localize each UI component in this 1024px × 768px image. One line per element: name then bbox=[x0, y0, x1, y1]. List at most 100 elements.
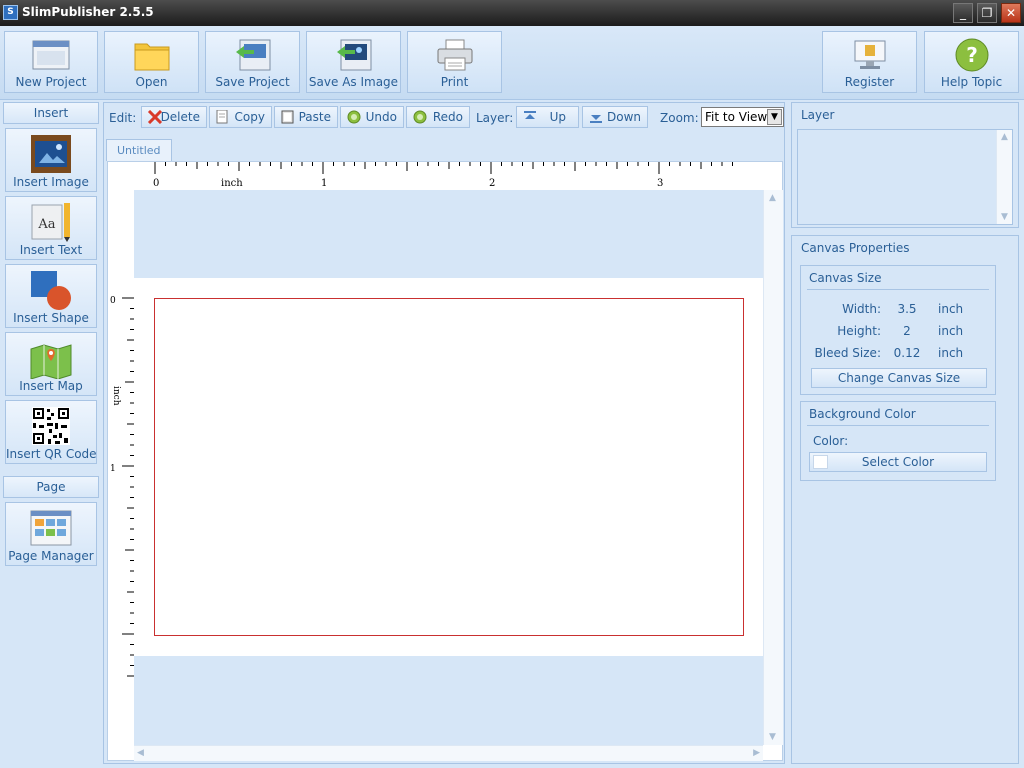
scroll-down-icon[interactable]: ▼ bbox=[769, 732, 776, 742]
qr-code-icon bbox=[32, 407, 70, 445]
height-label: Height: bbox=[837, 324, 881, 338]
window-title: SlimPublisher 2.5.5 bbox=[22, 5, 154, 19]
new-project-icon bbox=[32, 40, 70, 70]
background-color-group: Background Color Color: Select Color bbox=[800, 401, 996, 481]
open-button[interactable]: Open bbox=[104, 31, 199, 93]
redo-icon bbox=[413, 110, 427, 124]
bleed-unit: inch bbox=[938, 346, 964, 360]
zoom-label: Zoom: bbox=[660, 111, 699, 125]
edit-toolbar: Edit: Delete Copy Paste Undo Redo Layer:… bbox=[104, 103, 784, 131]
page-manager-icon bbox=[30, 510, 72, 546]
close-button[interactable]: ✕ bbox=[1001, 3, 1021, 23]
layer-label: Layer: bbox=[476, 111, 514, 125]
insert-image-button[interactable]: Insert Image bbox=[5, 128, 97, 192]
register-button[interactable]: Register bbox=[822, 31, 917, 93]
app-icon: S bbox=[3, 5, 18, 20]
edit-label: Edit: bbox=[109, 111, 137, 125]
tab-untitled[interactable]: Untitled bbox=[106, 139, 172, 161]
text-icon: Aa bbox=[31, 203, 70, 242]
layer-list-scrollbar[interactable]: ▲ ▼ bbox=[996, 130, 1012, 224]
minimize-button[interactable]: _ bbox=[953, 3, 973, 23]
redo-button[interactable]: Redo bbox=[406, 106, 470, 128]
insert-qr-code-button[interactable]: Insert QR Code bbox=[5, 400, 97, 464]
ruler-label-3: 3 bbox=[657, 178, 663, 189]
vertical-ruler: 0 1 inch bbox=[108, 190, 134, 745]
layer-scroll-down-icon[interactable]: ▼ bbox=[1001, 212, 1008, 222]
canvas-rectangle[interactable] bbox=[154, 298, 744, 636]
canvas-size-group: Canvas Size Width: 3.5 inch Height: 2 in… bbox=[800, 265, 996, 395]
save-project-button[interactable]: Save Project bbox=[205, 31, 300, 93]
image-icon bbox=[31, 135, 71, 173]
restore-button[interactable]: ❐ bbox=[977, 3, 997, 23]
insert-map-button[interactable]: Insert Map bbox=[5, 332, 97, 396]
copy-icon bbox=[216, 110, 228, 124]
editor-area: Edit: Delete Copy Paste Undo Redo Layer:… bbox=[103, 102, 785, 764]
divider bbox=[807, 425, 989, 426]
vruler-unit-label: inch bbox=[111, 386, 121, 406]
save-as-image-button[interactable]: Save As Image bbox=[306, 31, 401, 93]
title-bar: S SlimPublisher 2.5.5 _ ❐ ✕ bbox=[0, 0, 1024, 26]
canvas-scroll-area bbox=[134, 190, 763, 745]
divider bbox=[807, 289, 989, 290]
insert-shape-button[interactable]: Insert Shape bbox=[5, 264, 97, 328]
canvas-properties-title: Canvas Properties bbox=[801, 241, 910, 255]
chevron-down-icon[interactable]: ▼ bbox=[767, 109, 782, 125]
delete-button[interactable]: Delete bbox=[141, 106, 207, 128]
design-workspace: 0 inch 1 2 3 0 1 inch ▲ ▼ ◀ ▶ bbox=[107, 161, 783, 761]
scroll-left-icon[interactable]: ◀ bbox=[137, 748, 144, 758]
layer-down-button[interactable]: Down bbox=[582, 106, 648, 128]
page-header: Page bbox=[3, 476, 99, 498]
change-canvas-size-button[interactable]: Change Canvas Size bbox=[811, 368, 987, 388]
background-color-title: Background Color bbox=[809, 407, 916, 421]
bleed-value: 0.12 bbox=[893, 346, 921, 360]
register-icon bbox=[854, 40, 885, 69]
zoom-select[interactable]: Fit to View ▼ bbox=[701, 107, 784, 127]
layer-scroll-up-icon[interactable]: ▲ bbox=[1001, 132, 1008, 142]
left-panel: Insert Insert Image Aa Insert Text Inser… bbox=[3, 102, 99, 570]
save-project-icon bbox=[235, 39, 270, 71]
svg-text:Aa: Aa bbox=[37, 217, 55, 232]
layer-panel: Layer ▲ ▼ bbox=[791, 102, 1019, 228]
canvas-size-title: Canvas Size bbox=[809, 271, 882, 285]
layer-up-button[interactable]: Up bbox=[516, 106, 579, 128]
undo-button[interactable]: Undo bbox=[340, 106, 404, 128]
map-icon bbox=[30, 344, 72, 379]
page-manager-button[interactable]: Page Manager bbox=[5, 502, 97, 566]
vruler-label-0: 0 bbox=[110, 296, 116, 306]
scroll-right-icon[interactable]: ▶ bbox=[753, 748, 760, 758]
help-icon: ? bbox=[955, 38, 988, 72]
help-topic-button[interactable]: ? Help Topic bbox=[924, 31, 1019, 93]
canvas-properties-panel: Canvas Properties Canvas Size Width: 3.5… bbox=[791, 235, 1019, 764]
right-panel: Layer ▲ ▼ Canvas Properties Canvas Size … bbox=[791, 102, 1019, 764]
arrow-up-icon bbox=[524, 111, 536, 119]
layer-list[interactable]: ▲ ▼ bbox=[797, 129, 1013, 225]
ruler-label-2: 2 bbox=[489, 178, 495, 189]
paste-button[interactable]: Paste bbox=[274, 106, 338, 128]
save-image-icon bbox=[336, 39, 371, 71]
horizontal-ruler: 0 inch 1 2 3 bbox=[108, 162, 763, 190]
width-unit: inch bbox=[938, 302, 964, 316]
horizontal-scrollbar[interactable]: ◀ ▶ bbox=[134, 745, 763, 761]
color-label: Color: bbox=[813, 434, 849, 448]
insert-text-button[interactable]: Aa Insert Text bbox=[5, 196, 97, 260]
select-color-button[interactable]: Select Color bbox=[809, 452, 987, 472]
bleed-label: Bleed Size: bbox=[814, 346, 881, 360]
vruler-label-1: 1 bbox=[110, 464, 116, 474]
ruler-unit-label: inch bbox=[221, 178, 243, 189]
folder-icon bbox=[134, 43, 169, 71]
height-unit: inch bbox=[938, 324, 964, 338]
insert-header: Insert bbox=[3, 102, 99, 124]
undo-icon bbox=[347, 110, 361, 124]
ruler-label-1: 1 bbox=[321, 178, 327, 189]
canvas-page bbox=[134, 278, 763, 656]
svg-text:?: ? bbox=[966, 43, 978, 67]
scroll-up-icon[interactable]: ▲ bbox=[769, 193, 776, 203]
layer-panel-title: Layer bbox=[801, 108, 835, 122]
height-value: 2 bbox=[903, 324, 911, 338]
vertical-scrollbar[interactable]: ▲ ▼ bbox=[763, 190, 783, 745]
copy-button[interactable]: Copy bbox=[209, 106, 272, 128]
width-value: 3.5 bbox=[897, 302, 917, 316]
print-button[interactable]: Print bbox=[407, 31, 502, 93]
new-project-button[interactable]: New Project bbox=[4, 31, 98, 93]
width-label: Width: bbox=[842, 302, 881, 316]
